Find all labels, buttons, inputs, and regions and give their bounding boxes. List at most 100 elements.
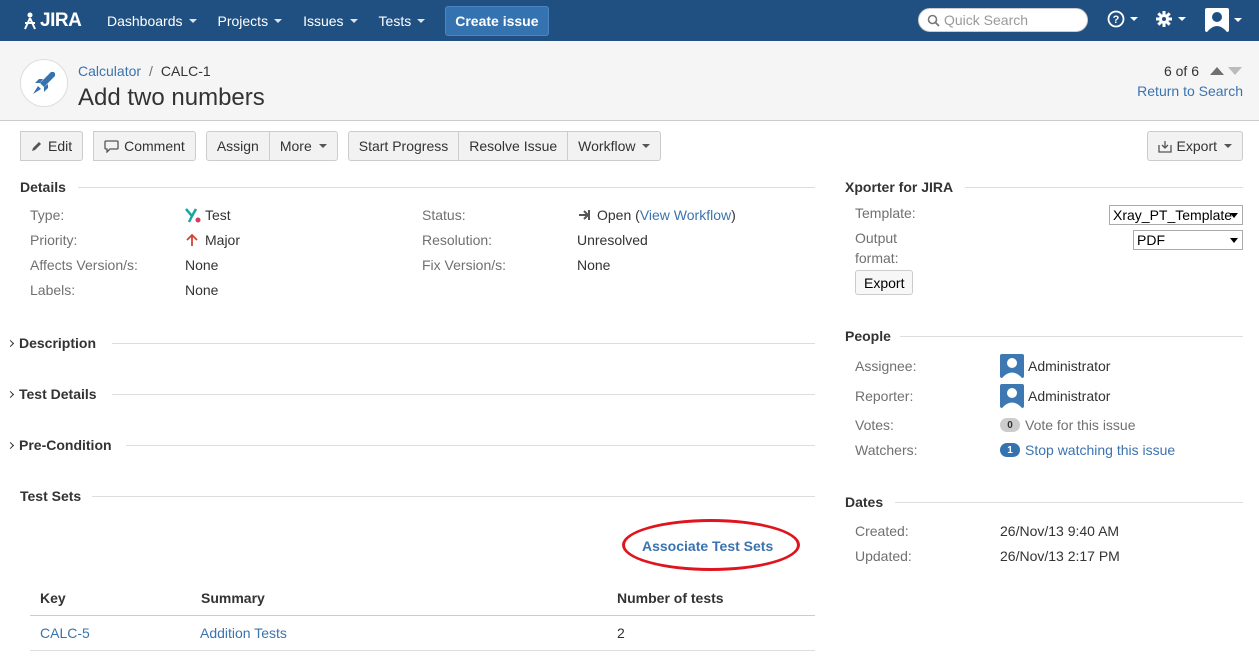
start-progress-button[interactable]: Start Progress	[347, 131, 460, 161]
priority-major-icon	[186, 233, 198, 246]
dates-heading: Dates	[845, 494, 884, 510]
type-text: Test	[205, 207, 231, 223]
edit-label: Edit	[48, 138, 73, 154]
section-divider	[126, 445, 815, 446]
assign-button[interactable]: Assign	[205, 131, 270, 161]
settings-menu[interactable]	[1155, 10, 1186, 28]
resolve-issue-button[interactable]: Resolve Issue	[458, 131, 569, 161]
return-to-search-link[interactable]: Return to Search	[1137, 83, 1243, 99]
reporter-value[interactable]: Administrator	[1000, 384, 1110, 408]
assignee-label: Assignee:	[855, 358, 917, 374]
comment-button[interactable]: Comment	[93, 131, 196, 161]
export-icon	[1157, 140, 1172, 153]
pager-count: 6 of 6	[1163, 63, 1199, 79]
help-menu[interactable]: ?	[1107, 10, 1138, 28]
nav-dashboards[interactable]: Dashboards	[107, 13, 197, 29]
more-button[interactable]: More	[268, 131, 338, 161]
votes-count-badge: 0	[1000, 418, 1020, 432]
nav-tests[interactable]: Tests	[379, 13, 426, 29]
edit-button[interactable]: Edit	[20, 131, 84, 161]
section-divider	[895, 502, 1243, 503]
status-text: Open	[597, 207, 632, 223]
create-issue-button[interactable]: Create issue	[445, 5, 549, 36]
details-heading: Details	[20, 179, 66, 195]
workflow-label: Workflow	[578, 138, 636, 154]
export-label: Export	[1176, 138, 1217, 154]
issue-toolbar: Edit Comment Assign More Start Progress …	[20, 131, 671, 161]
resolution-value: Unresolved	[577, 232, 648, 248]
section-divider	[965, 187, 1243, 188]
quick-search-input[interactable]: Quick Search	[918, 8, 1088, 32]
nav-label: Dashboards	[107, 12, 183, 29]
breadcrumb-separator: /	[149, 63, 153, 79]
reporter-label: Reporter:	[855, 388, 914, 404]
section-divider	[112, 394, 815, 395]
highlight-ellipse	[622, 519, 800, 571]
workflow-button[interactable]: Workflow	[567, 131, 662, 161]
test-sets-heading: Test Sets	[20, 488, 82, 504]
issue-pager: 6 of 6	[1164, 63, 1243, 79]
logo-text: JIRA	[40, 9, 82, 31]
breadcrumb-project-link[interactable]: Calculator	[78, 63, 141, 79]
test-details-heading: Test Details	[19, 386, 97, 402]
xporter-export-button[interactable]: Export	[855, 270, 914, 295]
precondition-heading: Pre-Condition	[19, 437, 112, 453]
user-avatar-icon	[1000, 354, 1024, 378]
previous-issue-icon[interactable]	[1209, 66, 1225, 76]
priority-text: Major	[205, 232, 241, 248]
updated-label: Updated:	[855, 548, 912, 564]
jira-logo[interactable]: JIRA	[22, 10, 86, 32]
output-format-label: Output	[855, 230, 898, 246]
user-profile-menu[interactable]	[1205, 8, 1242, 32]
xporter-heading: Xporter for JIRA	[845, 179, 954, 195]
top-navigation-bar: JIRA Dashboards Projects Issues Tests Cr…	[0, 0, 1259, 41]
stop-watching-link[interactable]: Stop watching this issue	[1025, 442, 1175, 458]
test-set-summary-link[interactable]: Addition Tests	[200, 625, 287, 641]
labels-label: Labels:	[30, 282, 76, 298]
test-set-count: 2	[617, 625, 625, 641]
column-header-summary: Summary	[201, 590, 265, 606]
nav-projects[interactable]: Projects	[218, 13, 283, 29]
issue-header: Calculator / CALC-1 Add two numbers 6 of 6…	[0, 41, 1259, 121]
section-divider	[900, 336, 1243, 337]
fix-version-value: None	[577, 257, 611, 273]
nav-label: Tests	[378, 12, 412, 29]
breadcrumb-issue-key[interactable]: CALC-1	[161, 63, 211, 79]
dropdown-arrow-icon	[1230, 213, 1238, 218]
column-header-number-of-tests: Number of tests	[617, 590, 724, 606]
output-format-select[interactable]: PDF	[1133, 230, 1243, 250]
votes-value[interactable]: 0 Vote for this issue	[1000, 417, 1136, 433]
template-label: Template:	[855, 205, 916, 221]
type-label: Type:	[30, 207, 65, 223]
next-issue-icon[interactable]	[1227, 66, 1243, 76]
chevron-down-icon	[318, 144, 327, 148]
watchers-value[interactable]: 1 Stop watching this issue	[1000, 442, 1175, 458]
view-workflow-link[interactable]: View Workflow	[640, 207, 731, 223]
updated-value: 26/Nov/13 2:17 PM	[1000, 548, 1120, 564]
precondition-toggle[interactable]: Pre-Condition	[6, 437, 112, 453]
status-label: Status:	[422, 207, 466, 223]
created-label: Created:	[855, 523, 909, 539]
resolution-label: Resolution:	[422, 232, 493, 248]
issue-title: Add two numbers	[78, 84, 265, 111]
nav-issues[interactable]: Issues	[303, 12, 358, 29]
assignee-value[interactable]: Administrator	[1000, 354, 1110, 378]
test-details-toggle[interactable]: Test Details	[6, 386, 97, 402]
nav-label: Issues	[303, 12, 344, 29]
export-button[interactable]: Export	[1146, 131, 1243, 161]
votes-label: Votes:	[855, 417, 894, 433]
priority-value: Major	[185, 232, 240, 248]
comment-label: Comment	[124, 138, 185, 154]
dropdown-arrow-icon	[1230, 238, 1238, 243]
chevron-down-icon	[274, 18, 283, 23]
status-open-icon	[579, 210, 590, 220]
section-divider	[112, 343, 815, 344]
people-heading: People	[845, 328, 891, 344]
description-toggle[interactable]: Description	[6, 335, 96, 351]
test-set-key-link[interactable]: CALC-5	[40, 625, 90, 641]
nav-label: Projects	[217, 12, 269, 29]
template-select[interactable]: Xray_PT_Template	[1109, 205, 1243, 225]
test-type-icon	[185, 208, 201, 223]
project-avatar[interactable]	[20, 59, 68, 107]
type-value: Test	[185, 207, 231, 223]
